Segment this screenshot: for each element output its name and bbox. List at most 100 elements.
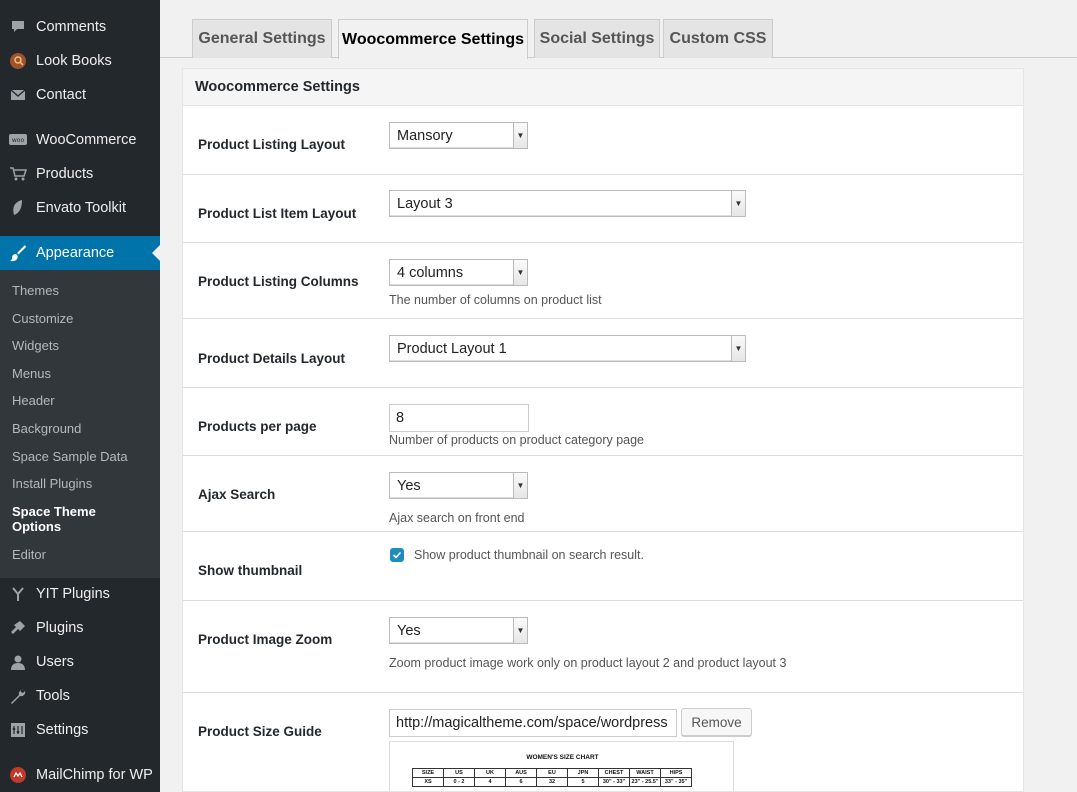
- menu-item-plugins[interactable]: Plugins: [0, 611, 160, 645]
- submenu-item-space-sample-data[interactable]: Space Sample Data: [12, 449, 128, 464]
- caret-down-icon: ▼: [513, 123, 527, 148]
- menu-item-settings[interactable]: Settings: [0, 713, 160, 747]
- menu-item-contact[interactable]: Contact: [0, 78, 160, 112]
- table-header-cell: EU: [536, 768, 568, 778]
- menu-item-label: Comments: [36, 19, 107, 35]
- table-header-cell: SIZE: [412, 768, 444, 778]
- mail-icon: [8, 85, 28, 105]
- menu-item-label: Tools: [36, 688, 70, 704]
- table-header-cell: HIPS: [660, 768, 692, 778]
- caret-down-icon: ▼: [513, 260, 527, 285]
- lookbooks-icon: [8, 51, 28, 71]
- table-cell: 23" - 25.5": [629, 777, 661, 787]
- woocommerce-icon: woo: [8, 130, 28, 150]
- product-details-layout-select[interactable]: Product Layout 1 ▼: [389, 335, 746, 362]
- menu-item-label: Appearance: [36, 245, 115, 261]
- admin-sidebar: Comments Look Books Contact woo WooComme…: [0, 0, 160, 792]
- submenu-item-customize[interactable]: Customize: [12, 311, 73, 326]
- menu-item-tools[interactable]: Tools: [0, 679, 160, 713]
- field-label: Product Listing Layout: [198, 137, 345, 152]
- submenu-item-background[interactable]: Background: [12, 421, 81, 436]
- caret-down-icon: ▼: [513, 473, 527, 498]
- appearance-submenu: Themes Customize Widgets Menus Header Ba…: [0, 270, 160, 578]
- table-header-cell: CHEST: [598, 768, 630, 778]
- caret-down-icon: ▼: [731, 336, 745, 361]
- table-cell: 33" - 35": [660, 777, 692, 787]
- menu-item-users[interactable]: Users: [0, 645, 160, 679]
- submenu-item-menus[interactable]: Menus: [12, 366, 51, 381]
- select-value: 4 columns: [397, 264, 464, 281]
- size-chart-title: WOMEN'S SIZE CHART: [526, 754, 599, 761]
- select-value: Layout 3: [397, 195, 453, 212]
- menu-item-label: Contact: [36, 87, 86, 103]
- select-value: Yes: [397, 622, 421, 639]
- show-thumbnail-checkbox[interactable]: [390, 548, 404, 562]
- field-description: The number of columns on product list: [389, 293, 602, 307]
- field-label: Ajax Search: [198, 487, 276, 502]
- product-listing-layout-select[interactable]: Mansory ▼: [389, 122, 528, 149]
- menu-item-envato-toolkit[interactable]: Envato Toolkit: [0, 191, 160, 225]
- field-description: Ajax search on front end: [389, 511, 525, 525]
- tab-woocommerce-settings[interactable]: Woocommerce Settings: [338, 19, 528, 59]
- table-header-cell: JPN: [567, 768, 599, 778]
- row-product-details-layout: Product Details Layout Product Layout 1 …: [183, 319, 1023, 388]
- select-value: Yes: [397, 477, 421, 494]
- tab-social-settings[interactable]: Social Settings: [534, 19, 660, 58]
- product-list-item-layout-select[interactable]: Layout 3 ▼: [389, 190, 746, 217]
- product-image-zoom-select[interactable]: Yes ▼: [389, 617, 528, 644]
- submenu-item-space-theme-options[interactable]: Space Theme Options: [12, 504, 132, 534]
- menu-item-label: Plugins: [36, 620, 84, 636]
- table-cell: 5: [567, 777, 599, 787]
- submenu-item-header[interactable]: Header: [12, 393, 55, 408]
- table-row: XS 0 - 2 4 6 32 5 30" - 33" 23" - 25.5" …: [412, 777, 692, 787]
- select-value: Mansory: [397, 127, 453, 144]
- menu-item-yit-plugins[interactable]: YIT Plugins: [0, 577, 160, 611]
- row-product-list-item-layout: Product List Item Layout Layout 3 ▼: [183, 175, 1023, 243]
- panel-title: Woocommerce Settings: [183, 69, 1023, 106]
- menu-item-label: Products: [36, 166, 94, 182]
- menu-item-mailchimp[interactable]: MailChimp for WP: [0, 758, 160, 792]
- size-chart-table: SIZE US UK AUS EU JPN CHEST WAIST HIPS X…: [412, 768, 692, 787]
- submenu-item-widgets[interactable]: Widgets: [12, 338, 59, 353]
- field-label: Products per page: [198, 419, 317, 434]
- woocommerce-settings-panel: Woocommerce Settings Product Listing Lay…: [182, 68, 1024, 792]
- row-product-listing-layout: Product Listing Layout Mansory ▼: [183, 106, 1023, 175]
- table-row: SIZE US UK AUS EU JPN CHEST WAIST HIPS: [412, 768, 692, 778]
- submenu-item-themes[interactable]: Themes: [12, 283, 59, 298]
- field-description: Number of products on product category p…: [389, 433, 645, 447]
- menu-item-look-books[interactable]: Look Books: [0, 44, 160, 78]
- remove-button[interactable]: Remove: [681, 708, 752, 736]
- menu-item-label: YIT Plugins: [36, 586, 110, 602]
- user-icon: [8, 652, 28, 672]
- table-cell: 6: [505, 777, 537, 787]
- field-label: Product Image Zoom: [198, 632, 333, 647]
- row-product-image-zoom: Product Image Zoom Yes ▼ Zoom product im…: [183, 601, 1023, 693]
- menu-item-label: Envato Toolkit: [36, 200, 127, 216]
- table-cell: 0 - 2: [443, 777, 475, 787]
- submenu-item-install-plugins[interactable]: Install Plugins: [12, 476, 92, 491]
- wrench-icon: [8, 686, 28, 706]
- menu-item-appearance[interactable]: Appearance: [0, 236, 160, 270]
- checkbox-label[interactable]: Show product thumbnail on search result.: [414, 547, 644, 563]
- checkmark-icon: [392, 551, 402, 559]
- menu-item-comments[interactable]: Comments: [0, 10, 160, 44]
- mailchimp-icon: [8, 765, 28, 785]
- size-guide-url-input[interactable]: http://magicaltheme.com/space/wordpress: [389, 709, 677, 737]
- ajax-search-select[interactable]: Yes ▼: [389, 472, 528, 499]
- cart-icon: [8, 164, 28, 184]
- leaf-icon: [8, 198, 28, 218]
- row-show-thumbnail: Show thumbnail Show product thumbnail on…: [183, 532, 1023, 601]
- menu-item-woocommerce[interactable]: woo WooCommerce: [0, 123, 160, 157]
- field-label: Show thumbnail: [198, 563, 303, 578]
- table-header-cell: UK: [474, 768, 506, 778]
- product-listing-columns-select[interactable]: 4 columns ▼: [389, 259, 528, 286]
- table-header-cell: WAIST: [629, 768, 661, 778]
- menu-item-label: Users: [36, 654, 74, 670]
- submenu-item-editor[interactable]: Editor: [12, 547, 46, 562]
- menu-item-products[interactable]: Products: [0, 157, 160, 191]
- tab-custom-css[interactable]: Custom CSS: [663, 19, 773, 58]
- tab-general-settings[interactable]: General Settings: [192, 19, 332, 58]
- settings-icon: [8, 720, 28, 740]
- products-per-page-input[interactable]: 8: [389, 404, 529, 432]
- select-value: Product Layout 1: [397, 340, 507, 357]
